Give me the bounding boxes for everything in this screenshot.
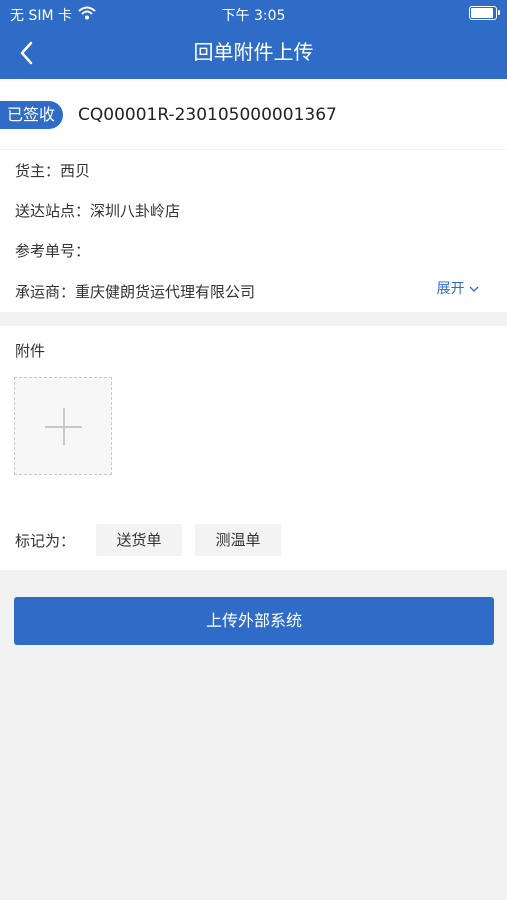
carrier-label: 承运商： xyxy=(15,283,76,301)
tag-delivery-note[interactable]: 送货单 xyxy=(96,524,182,556)
expand-label: 展开 xyxy=(436,281,465,297)
carrier-row: 承运商：重庆健朗货运代理有限公司 xyxy=(15,281,255,303)
document-number: CQ00001R-230105000001367 xyxy=(78,105,337,125)
owner-row: 货主：西贝 xyxy=(15,160,90,182)
battery-level xyxy=(471,8,494,18)
station-label: 送达站点： xyxy=(15,202,91,220)
chevron-down-icon xyxy=(469,286,479,292)
add-attachment-button[interactable] xyxy=(14,377,112,475)
status-badge: 已签收 xyxy=(0,101,64,129)
info-card: 货主：西贝 送达站点：深圳八卦岭店 参考单号： 承运商：重庆健朗货运代理有限公司… xyxy=(0,150,507,312)
owner-label: 货主： xyxy=(15,162,61,180)
document-header: 已签收 CQ00001R-230105000001367 xyxy=(0,79,507,149)
tag-temperature-sheet[interactable]: 测温单 xyxy=(195,524,281,556)
expand-button[interactable]: 展开 xyxy=(437,278,479,298)
reference-label: 参考单号： xyxy=(15,242,91,260)
attachments-title: 附件 xyxy=(15,342,46,360)
status-bar: 无 SIM 卡 下午 3:05 xyxy=(0,0,507,28)
station-row: 送达站点：深圳八卦岭店 xyxy=(15,200,180,222)
reference-row: 参考单号： xyxy=(15,240,90,262)
mark-label: 标记为： xyxy=(15,532,76,550)
upload-external-button[interactable]: 上传外部系统 xyxy=(14,597,494,645)
attachments-card: 附件 标记为： 送货单 测温单 xyxy=(0,326,507,570)
carrier-value: 重庆健朗货运代理有限公司 xyxy=(75,283,256,301)
owner-value: 西贝 xyxy=(60,162,91,180)
status-time: 下午 3:05 xyxy=(221,8,286,24)
app-header: 无 SIM 卡 下午 3:05 回单附件上传 xyxy=(0,0,507,79)
page-title: 回单附件上传 xyxy=(193,40,314,64)
station-value: 深圳八卦岭店 xyxy=(90,202,181,220)
battery-icon xyxy=(469,6,500,20)
